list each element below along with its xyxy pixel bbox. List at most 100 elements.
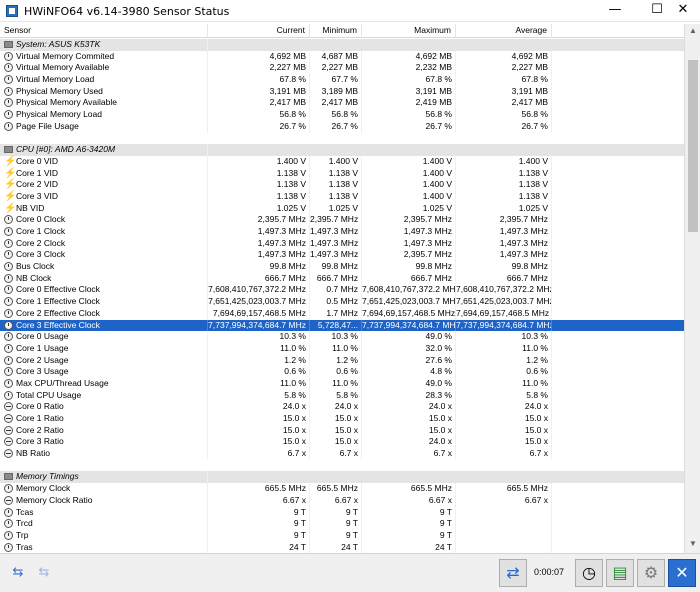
- vertical-scrollbar[interactable]: ▲ ▼: [684, 24, 700, 553]
- sensor-row[interactable]: Page File Usage 26.7 % 26.7 % 26.7 % 26.7 %: [0, 120, 684, 133]
- column-maximum[interactable]: Maximum: [362, 24, 456, 38]
- sensor-row[interactable]: Core 0 Ratio 24.0 x 24.0 x 24.0 x 24.0 x: [0, 401, 684, 413]
- sensor-row[interactable]: Physical Memory Available 2,417 MB 2,417 M…: [0, 97, 684, 110]
- sensor-name: Core 2 Usage: [0, 354, 208, 367]
- column-current[interactable]: Current: [208, 24, 310, 38]
- current-value: 1.138 V: [208, 167, 310, 180]
- scrollbar-thumb[interactable]: [688, 60, 698, 232]
- sensor-row[interactable]: Bus Clock 99.8 MHz 99.8 MHz 99.8 MHz 99.8 MH…: [0, 261, 684, 273]
- nav-left-right-disabled-icon[interactable]: ⇆: [32, 566, 56, 580]
- sensor-row[interactable]: Core 3 Usage 0.6 % 0.6 % 4.8 % 0.6 %: [0, 366, 684, 378]
- minimum-value: 24.0 x: [310, 401, 362, 413]
- maximum-value: 24.0 x: [362, 436, 456, 449]
- sensor-row[interactable]: Physical Memory Used 3,191 MB 3,189 MB 3,19…: [0, 85, 684, 98]
- sensor-row[interactable]: Total CPU Usage 5.8 % 5.8 % 28.3 % 5.8 %: [0, 389, 684, 402]
- sensor-name: Core 2 Ratio: [0, 424, 208, 437]
- sensor-row[interactable]: Virtual Memory Available 2,227 MB 2,227 MB…: [0, 62, 684, 75]
- sensor-row[interactable]: Core 3 Ratio 15.0 x 15.0 x 24.0 x 15.0 x: [0, 436, 684, 449]
- average-value: 1,497.3 MHz: [456, 226, 552, 238]
- maximum-value: 2,419 MB: [362, 97, 456, 110]
- minimum-value: 26.7 %: [310, 120, 362, 133]
- sensor-row[interactable]: Core 1 Ratio 15.0 x 15.0 x 15.0 x 15.0 x: [0, 413, 684, 425]
- sensor-row[interactable]: Core 1 Effective Clock 7,651,425,023,003.…: [0, 296, 684, 308]
- sensor-name: Bus Clock: [0, 261, 208, 273]
- sensor-name: NB VID: [0, 202, 208, 215]
- window-title: HWiNFO64 v6.14-3980 Sensor Status: [24, 5, 230, 18]
- minimum-value: 666.7 MHz: [310, 272, 362, 285]
- column-minimum[interactable]: Minimum: [310, 24, 362, 38]
- scroll-down-arrow-icon[interactable]: ▼: [688, 539, 698, 549]
- sensor-row[interactable]: Trcd 9 T9 T9 T: [0, 518, 684, 530]
- current-value: 2,395.7 MHz: [208, 214, 310, 226]
- sensor-row[interactable]: Core 2 Ratio 15.0 x 15.0 x 15.0 x 15.0 x: [0, 424, 684, 437]
- average-value: [456, 518, 552, 530]
- average-value: 1,497.3 MHz: [456, 237, 552, 250]
- close-sensors-button[interactable]: ✕: [668, 559, 696, 587]
- sensor-group-label: System: ASUS K53TK: [0, 39, 208, 51]
- minimum-value: 10.3 %: [310, 331, 362, 343]
- scroll-up-arrow-icon[interactable]: ▲: [688, 26, 698, 36]
- sensor-name: Virtual Memory Commited: [0, 50, 208, 63]
- close-button[interactable]: ✕: [666, 0, 700, 22]
- sensor-row[interactable]: Core 0 Usage 10.3 % 10.3 % 49.0 % 10.3 %: [0, 331, 684, 343]
- sensor-row[interactable]: Physical Memory Load 56.8 % 56.8 % 56.8 % 56…: [0, 109, 684, 121]
- sensor-row[interactable]: ⚡ Core 3 VID 1.138 V 1.138 V 1.400 V 1.138 V: [0, 190, 684, 203]
- log-button[interactable]: ▤: [606, 559, 634, 587]
- sensor-row[interactable]: Memory Clock Ratio 6.67 x 6.67 x 6.67 x 6.67…: [0, 494, 684, 507]
- sensor-row[interactable]: ⚡ Core 0 VID 1.400 V 1.400 V 1.400 V 1.400 V: [0, 155, 684, 168]
- minimum-value: 24 T: [310, 541, 362, 553]
- sensor-group-row[interactable]: Memory Timings: [0, 471, 684, 484]
- sensor-name: Core 1 Effective Clock: [0, 296, 208, 308]
- sensor-row[interactable]: Core 2 Effective Clock 7,694,69,157,468.5…: [0, 307, 684, 320]
- maximum-value: 26.7 %: [362, 120, 456, 133]
- network-button[interactable]: ⇄: [499, 559, 527, 587]
- sensor-row[interactable]: Trp 9 T9 T9 T: [0, 529, 684, 542]
- sensor-row[interactable]: Max CPU/Thread Usage 11.0 % 11.0 % 49.0 % 11…: [0, 377, 684, 390]
- sensor-group-label: CPU [#0]: AMD A6-3420M: [0, 144, 208, 156]
- minimum-value: 0.5 MHz: [310, 296, 362, 308]
- minimum-value: 665.5 MHz: [310, 483, 362, 495]
- current-value: 2,417 MB: [208, 97, 310, 110]
- maximum-value: 7,608,410,767,372.2 MHz: [362, 284, 456, 297]
- sensor-row[interactable]: Tras 24 T 24 T 24 T: [0, 541, 684, 553]
- average-value: 15.0 x: [456, 436, 552, 449]
- maximum-value: 2,395.7 MHz: [362, 249, 456, 262]
- minimize-button[interactable]: —: [598, 0, 632, 22]
- sensor-row[interactable]: ⚡ Core 2 VID 1.138 V 1.138 V 1.400 V 1.138 V: [0, 179, 684, 191]
- sensor-row[interactable]: Virtual Memory Load 67.8 % 67.7 % 67.8 % 67.…: [0, 74, 684, 86]
- sensor-group-label: Memory Timings: [0, 471, 208, 484]
- clock-reset-button[interactable]: ◷: [575, 559, 603, 587]
- maximum-value: 2,395.7 MHz: [362, 214, 456, 226]
- column-average[interactable]: Average: [456, 24, 552, 38]
- sensor-row[interactable]: ⚡ NB VID 1.025 V 1.025 V 1.025 V 1.025 V: [0, 202, 684, 215]
- sensor-row[interactable]: Core 0 Effective Clock 7,608,410,767,372.…: [0, 284, 684, 297]
- average-value: 7,737,994,374,684.7 MHz: [456, 319, 552, 332]
- current-value: 15.0 x: [208, 424, 310, 437]
- sensor-row[interactable]: NB Ratio 6.7 x 6.7 x 6.7 x 6.7 x: [0, 448, 684, 460]
- sensor-row[interactable]: NB Clock 666.7 MHz 666.7 MHz 666.7 MHz 666.7…: [0, 272, 684, 285]
- sensor-row[interactable]: Core 2 Clock 1,497.3 MHz 1,497.3 MHz 1,497.…: [0, 237, 684, 250]
- sensor-group-row[interactable]: CPU [#0]: AMD A6-3420M: [0, 144, 684, 156]
- sensor-row[interactable]: Memory Clock 665.5 MHz 665.5 MHz 665.5 MHz 6…: [0, 483, 684, 495]
- nav-left-right-icon[interactable]: ⇆: [6, 566, 30, 580]
- average-value: 665.5 MHz: [456, 483, 552, 495]
- sensor-row[interactable]: Core 3 Clock 1,497.3 MHz 1,497.3 MHz 2,395.…: [0, 249, 684, 262]
- sensor-row[interactable]: Core 1 Usage 11.0 % 11.0 % 32.0 % 11.0 %: [0, 342, 684, 355]
- maximum-value: 27.6 %: [362, 354, 456, 367]
- maximum-value: 28.3 %: [362, 389, 456, 402]
- settings-button[interactable]: ⚙: [637, 559, 665, 587]
- sensor-table[interactable]: System: ASUS K53TK Virtual Memory Commite…: [0, 39, 684, 553]
- maximum-value: 1,497.3 MHz: [362, 237, 456, 250]
- sensor-row[interactable]: Virtual Memory Commited 4,692 MB 4,687 MB 4…: [0, 50, 684, 63]
- sensor-row[interactable]: Tcas 9 T9 T9 T: [0, 506, 684, 519]
- sensor-row[interactable]: Core 3 Effective Clock 7,737,994,374,684.…: [0, 319, 684, 332]
- current-value: 9 T: [208, 529, 310, 542]
- elapsed-time: 0:00:07: [534, 567, 565, 577]
- sensor-row[interactable]: Core 2 Usage 1.2 % 1.2 % 27.6 % 1.2 %: [0, 354, 684, 367]
- sensor-group-row[interactable]: System: ASUS K53TK: [0, 39, 684, 51]
- sensor-row[interactable]: Core 0 Clock 2,395.7 MHz 2,395.7 MHz 2,395.…: [0, 214, 684, 226]
- column-sensor[interactable]: Sensor: [0, 24, 208, 38]
- sensor-row[interactable]: Core 1 Clock 1,497.3 MHz 1,497.3 MHz 1,497.…: [0, 226, 684, 238]
- maximum-value: 6.67 x: [362, 494, 456, 507]
- sensor-row[interactable]: ⚡ Core 1 VID 1.138 V 1.138 V 1.400 V 1.138 V: [0, 167, 684, 180]
